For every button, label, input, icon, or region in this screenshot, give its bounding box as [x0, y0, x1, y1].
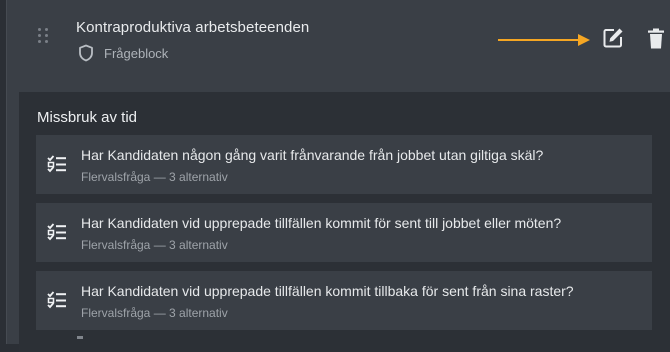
checklist-icon	[47, 155, 66, 173]
question-item[interactable]: Har Kandidaten vid upprepade tillfällen …	[36, 203, 652, 262]
question-meta: Flervalsfråga — 3 alternativ	[81, 170, 228, 184]
question-meta: Flervalsfråga — 3 alternativ	[81, 306, 228, 320]
trash-icon[interactable]	[647, 28, 665, 50]
arrow-annotation	[498, 34, 590, 46]
block-type-label: Frågeblock	[104, 45, 169, 61]
section-title: Missbruk av tid	[37, 109, 138, 126]
question-text: Har Kandidaten vid upprepade tillfällen …	[81, 215, 562, 231]
question-item[interactable]: Har Kandidaten vid upprepade tillfällen …	[36, 271, 652, 330]
block-type: Frågeblock	[78, 44, 168, 62]
shield-icon	[79, 44, 93, 62]
section-panel: Missbruk av tid Har Kandidaten någon gån…	[19, 92, 670, 352]
drag-handle-icon[interactable]	[38, 28, 48, 44]
app-frame: Kontraproduktiva arbetsbeteenden Frågebl…	[0, 0, 670, 352]
partial-content-marker	[77, 336, 83, 339]
question-text: Har Kandidaten någon gång varit frånvara…	[81, 147, 544, 163]
question-item[interactable]: Har Kandidaten någon gång varit frånvara…	[36, 135, 652, 194]
question-meta: Flervalsfråga — 3 alternativ	[81, 238, 228, 252]
checklist-icon	[47, 223, 66, 241]
question-text: Har Kandidaten vid upprepade tillfällen …	[81, 283, 574, 299]
checklist-icon	[47, 291, 66, 309]
edit-icon[interactable]	[601, 26, 625, 50]
block-title: Kontraproduktiva arbetsbeteenden	[76, 19, 310, 36]
